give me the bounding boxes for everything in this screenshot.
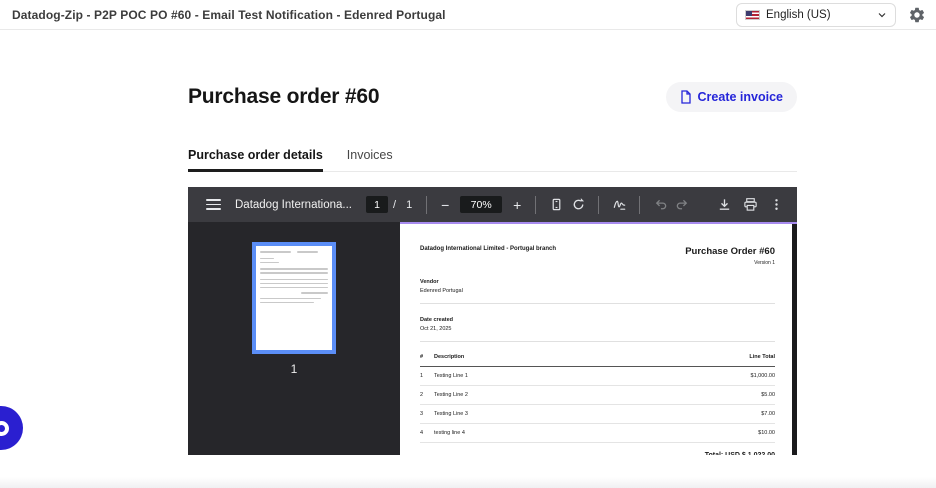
divider xyxy=(420,303,775,304)
table-row: 1 Testing Line 1 $1,000.00 xyxy=(420,367,775,386)
row-num: 1 xyxy=(420,373,424,379)
gear-icon xyxy=(909,7,925,23)
rotate-counterclockwise-icon xyxy=(573,198,584,210)
po-date-created-label: Date created xyxy=(420,317,454,323)
floating-brand-button[interactable] xyxy=(0,406,23,450)
row-description: Testing Line 1 xyxy=(434,373,468,379)
redo-button[interactable] xyxy=(671,194,693,216)
print-icon xyxy=(743,198,757,211)
po-vendor-label: Vendor xyxy=(420,279,439,285)
po-document-title: Purchase Order #60 xyxy=(685,246,775,257)
pdf-document-area: Datadog International Limited - Portugal… xyxy=(400,222,797,455)
row-description: Testing Line 2 xyxy=(434,392,468,398)
table-row: 3 Testing Line 3 $7.00 xyxy=(420,405,775,424)
chevron-down-icon xyxy=(878,13,886,18)
toolbar-divider xyxy=(639,195,641,214)
table-row: 4 testing line 4 $10.00 xyxy=(420,424,775,443)
po-col-num: # xyxy=(420,354,424,360)
pdf-viewer: Datadog Internationa... 1 / 1 − 70% + 1 … xyxy=(188,187,797,455)
download-icon xyxy=(719,199,729,210)
row-line-total: $10.00 xyxy=(758,430,775,436)
pen-annotate-icon xyxy=(613,200,625,210)
tab-invoices[interactable]: Invoices xyxy=(347,148,393,171)
page-number-input[interactable]: 1 xyxy=(366,196,388,213)
fit-to-page-button[interactable] xyxy=(545,194,567,216)
thumbnail-preview xyxy=(260,251,328,303)
rotate-button[interactable] xyxy=(567,194,589,216)
po-company-name: Datadog International Limited - Portugal… xyxy=(420,246,557,252)
footer-strip xyxy=(0,477,936,488)
po-col-line-total: Line Total xyxy=(749,354,775,360)
pdf-scrollbar[interactable] xyxy=(792,224,797,455)
fit-to-page-icon xyxy=(552,198,561,211)
po-document-page: Datadog International Limited - Portugal… xyxy=(400,224,797,455)
settings-button[interactable] xyxy=(908,6,926,24)
po-version: Version 1 xyxy=(754,260,775,266)
language-selector[interactable]: English (US) xyxy=(736,3,896,27)
pdf-toolbar: Datadog Internationa... 1 / 1 − 70% + xyxy=(188,187,797,222)
po-document-header: Datadog International Limited - Portugal… xyxy=(420,246,775,266)
thumbnail-panel: 1 xyxy=(188,222,400,455)
po-col-description: Description xyxy=(434,354,465,360)
row-description: Testing Line 3 xyxy=(434,411,468,417)
pdf-toolbar-right xyxy=(713,194,797,216)
row-description: testing line 4 xyxy=(434,430,465,436)
topbar: Datadog-Zip - P2P POC PO #60 - Email Tes… xyxy=(0,0,936,30)
pdf-viewer-body: 1 Datadog International Limited - Portug… xyxy=(188,222,797,455)
document-icon xyxy=(680,90,691,104)
zoom-out-button[interactable]: − xyxy=(436,197,454,213)
toolbar-divider xyxy=(426,195,428,214)
page-total: 1 xyxy=(406,198,413,211)
page-thumbnail[interactable] xyxy=(252,242,336,354)
tab-bar: Purchase order details Invoices xyxy=(188,148,797,172)
po-vendor-value: Edenred Portugal xyxy=(420,288,463,294)
table-row: 2 Testing Line 2 $5.00 xyxy=(420,386,775,405)
page-separator: / xyxy=(393,198,397,211)
row-line-total: $7.00 xyxy=(761,411,775,417)
download-button[interactable] xyxy=(713,194,735,216)
undo-button[interactable] xyxy=(649,194,671,216)
zoom-in-button[interactable]: + xyxy=(508,197,526,213)
kebab-menu-icon xyxy=(774,199,778,210)
divider xyxy=(420,341,775,342)
create-invoice-label: Create invoice xyxy=(697,90,783,104)
row-num: 4 xyxy=(420,430,424,436)
po-date-created-value: Oct 21, 2025 xyxy=(420,326,452,332)
redo-icon xyxy=(676,199,687,210)
row-num: 3 xyxy=(420,411,424,417)
tab-purchase-order-details[interactable]: Purchase order details xyxy=(188,148,323,172)
row-line-total: $5.00 xyxy=(761,392,775,398)
print-button[interactable] xyxy=(739,194,761,216)
po-total: Total: USD $ 1,022.00 xyxy=(420,452,775,455)
language-selector-label: English (US) xyxy=(766,9,831,21)
more-options-button[interactable] xyxy=(765,194,787,216)
row-line-total: $1,000.00 xyxy=(750,373,775,379)
create-invoice-button[interactable]: Create invoice xyxy=(665,82,797,112)
page-header: Purchase order #60 Create invoice xyxy=(188,82,797,112)
us-flag-icon xyxy=(745,10,760,20)
brand-circle-icon xyxy=(0,420,9,436)
thumbnail-page-number: 1 xyxy=(290,362,298,376)
zoom-level-input[interactable]: 70% xyxy=(460,196,503,213)
toolbar-divider xyxy=(598,195,600,214)
undo-icon xyxy=(655,199,666,210)
hamburger-icon[interactable] xyxy=(206,199,221,210)
po-table-header: # Description Line Total xyxy=(420,354,775,367)
annotate-button[interactable] xyxy=(608,194,630,216)
window-title: Datadog-Zip - P2P POC PO #60 - Email Tes… xyxy=(12,7,446,22)
row-num: 2 xyxy=(420,392,424,398)
toolbar-divider xyxy=(535,195,537,214)
pdf-document-title: Datadog Internationa... xyxy=(235,198,352,211)
page-title: Purchase order #60 xyxy=(188,85,380,108)
